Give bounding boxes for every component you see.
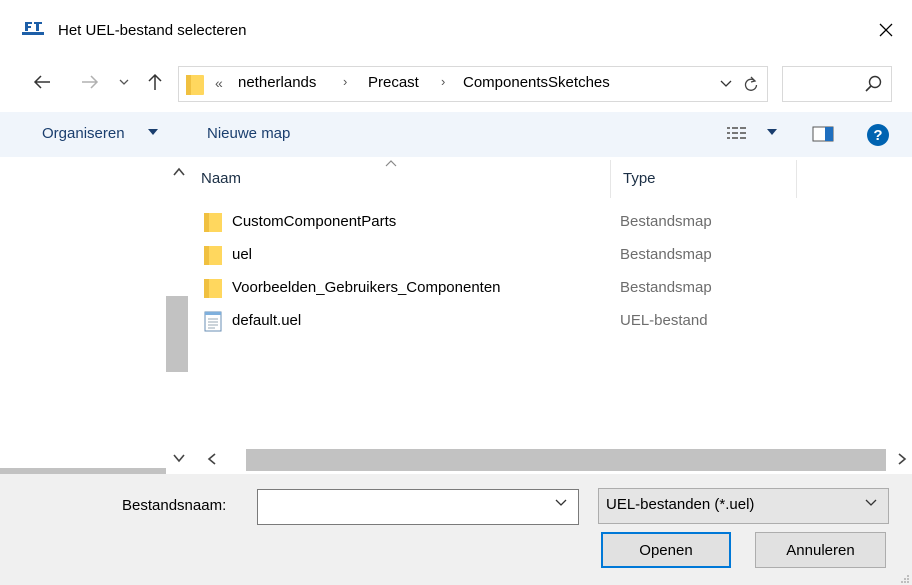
folder-icon [204,213,222,232]
refresh-icon [744,76,758,91]
breadcrumb-separator[interactable]: › [441,74,445,89]
folder-icon [204,279,222,298]
cancel-button[interactable]: Annuleren [755,532,886,568]
preview-pane-icon[interactable] [812,126,834,142]
organise-button[interactable]: Organiseren [42,125,125,142]
svg-text:?: ? [873,127,882,144]
chevron-down-icon [119,79,129,85]
list-item[interactable]: default.uel UEL-bestand [200,306,760,336]
list-item[interactable]: uel Bestandsmap [200,240,760,270]
file-name: default.uel [232,312,302,329]
column-divider[interactable] [610,160,611,198]
breadcrumb-separator[interactable]: › [343,74,347,89]
view-options-icon[interactable] [726,125,748,143]
file-name: Voorbeelden_Gebruikers_Componenten [232,279,501,296]
recent-locations-button[interactable] [112,70,136,94]
list-item[interactable]: CustomComponentParts Bestandsmap [200,207,760,237]
column-header-name[interactable]: Naam [201,170,241,187]
breadcrumb-netherlands[interactable]: netherlands [238,74,316,91]
caret-down-icon[interactable] [767,128,777,136]
file-type: Bestandsmap [620,246,712,263]
window-title: Het UEL-bestand selecteren [58,22,247,39]
breadcrumb-componentssketches[interactable]: ComponentsSketches [463,74,610,91]
search-icon [865,75,882,92]
list-item[interactable]: Voorbeelden_Gebruikers_Componenten Besta… [200,273,760,303]
breadcrumb-precast[interactable]: Precast [368,74,419,91]
forward-button[interactable] [78,70,102,94]
filename-field[interactable] [257,489,579,525]
help-icon[interactable]: ? [866,123,890,147]
column-divider[interactable] [796,160,797,198]
file-name: uel [232,246,253,263]
folder-icon [186,75,204,95]
file-name: CustomComponentParts [232,213,397,230]
chevron-down-icon [720,80,732,87]
address-dropdown-button[interactable] [716,74,736,94]
open-button[interactable]: Openen [601,532,731,568]
file-type: Bestandsmap [620,279,712,296]
file-type-filter-value: UEL-bestanden (*.uel) [606,496,755,513]
text-file-icon [204,311,222,332]
up-arrow-icon [148,73,162,90]
back-arrow-icon [33,75,50,89]
filename-label: Bestandsnaam: [122,497,227,514]
file-type: UEL-bestand [620,312,708,329]
up-button[interactable] [143,70,167,94]
chevron-down-icon[interactable] [864,498,878,508]
back-button[interactable] [30,70,54,94]
folder-icon [204,246,222,265]
caret-down-icon[interactable] [148,128,158,136]
scroll-up-icon[interactable] [172,166,186,178]
forward-arrow-icon [82,75,99,89]
navigation-pane[interactable] [0,157,190,473]
column-header-type[interactable]: Type [623,170,656,187]
chevron-down-icon[interactable] [554,498,568,508]
new-folder-button[interactable]: Nieuwe map [207,125,290,142]
sort-ascending-icon [385,160,397,167]
scroll-right-icon[interactable] [894,452,910,466]
app-icon [22,22,44,35]
file-type: Bestandsmap [620,213,712,230]
breadcrumb-overflow[interactable]: « [215,75,223,91]
refresh-button[interactable] [740,74,762,94]
scroll-down-icon[interactable] [172,452,186,464]
horizontal-scrollbar-thumb[interactable] [246,449,886,471]
resize-grip-icon[interactable] [898,572,910,584]
scroll-left-icon[interactable] [204,452,220,466]
close-button[interactable] [866,12,906,48]
close-icon [879,23,893,37]
nav-scrollbar-thumb[interactable] [166,296,188,372]
